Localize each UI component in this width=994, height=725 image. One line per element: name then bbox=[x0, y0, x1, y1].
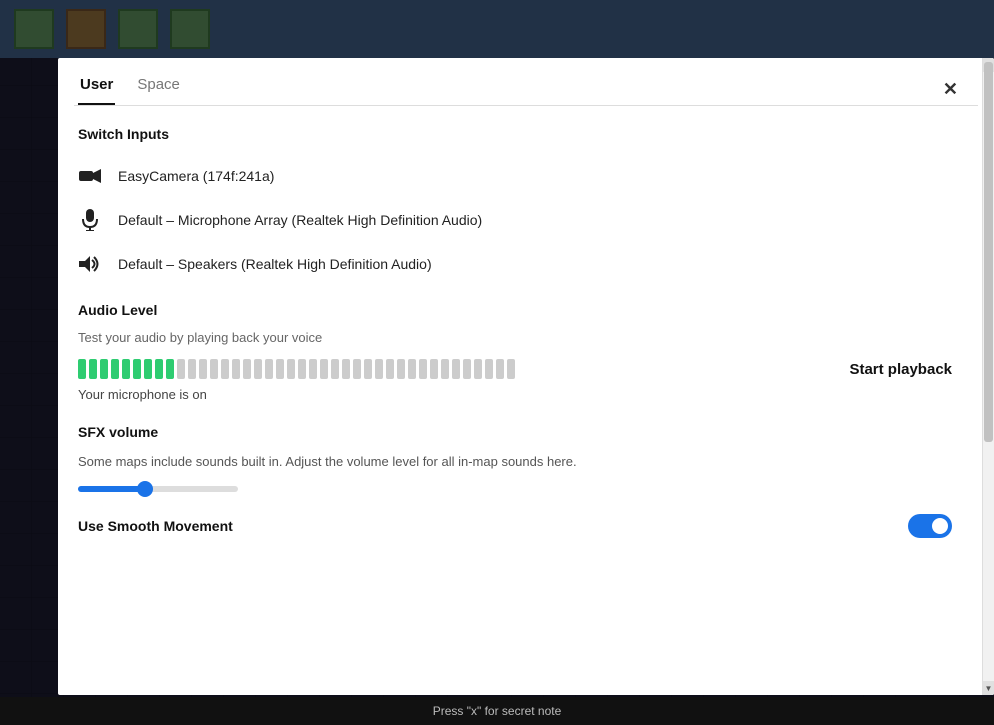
audio-bar-18 bbox=[276, 359, 284, 379]
volume-slider-thumb[interactable] bbox=[137, 481, 153, 497]
audio-bar-23 bbox=[331, 359, 339, 379]
audio-bar-14 bbox=[232, 359, 240, 379]
audio-bar-11 bbox=[199, 359, 207, 379]
speaker-device-item[interactable]: Default – Speakers (Realtek High Definit… bbox=[78, 242, 952, 286]
modal-header: User Space ✕ bbox=[58, 58, 982, 105]
audio-bar-31 bbox=[419, 359, 427, 379]
audio-level-title: Audio Level bbox=[78, 302, 952, 318]
audio-bar-28 bbox=[386, 359, 394, 379]
camera-device-item[interactable]: EasyCamera (174f:241a) bbox=[78, 154, 952, 198]
tab-user[interactable]: User bbox=[78, 72, 115, 105]
smooth-movement-label: Use Smooth Movement bbox=[78, 518, 233, 534]
audio-bar-5 bbox=[133, 359, 141, 379]
smooth-movement-section: Use Smooth Movement bbox=[78, 514, 952, 538]
audio-bar-9 bbox=[177, 359, 185, 379]
audio-bar-35 bbox=[463, 359, 471, 379]
audio-bar-19 bbox=[287, 359, 295, 379]
audio-bar-0 bbox=[78, 359, 86, 379]
audio-bar-27 bbox=[375, 359, 383, 379]
audio-bar-3 bbox=[111, 359, 119, 379]
volume-slider-track[interactable] bbox=[78, 486, 238, 492]
audio-bar-36 bbox=[474, 359, 482, 379]
microphone-icon bbox=[78, 208, 102, 232]
sfx-volume-description: Some maps include sounds built in. Adjus… bbox=[78, 452, 658, 472]
switch-inputs-title: Switch Inputs bbox=[78, 126, 952, 142]
mic-status: Your microphone is on bbox=[78, 387, 952, 402]
camera-icon bbox=[78, 164, 102, 188]
audio-level-description: Test your audio by playing back your voi… bbox=[78, 330, 952, 345]
sfx-volume-title: SFX volume bbox=[78, 424, 952, 440]
scrollbar-thumb[interactable] bbox=[984, 62, 993, 442]
audio-bar-33 bbox=[441, 359, 449, 379]
audio-level-section: Audio Level Test your audio by playing b… bbox=[78, 302, 952, 402]
bottom-bar: Press "x" for secret note bbox=[0, 697, 994, 725]
audio-bar-12 bbox=[210, 359, 218, 379]
audio-bar-16 bbox=[254, 359, 262, 379]
close-button[interactable]: ✕ bbox=[939, 76, 962, 102]
modal-dialog: User Space ✕ Switch Inputs EasyCamera (1… bbox=[58, 58, 994, 695]
switch-inputs-section: Switch Inputs EasyCamera (174f:241a) bbox=[78, 126, 952, 286]
audio-bars bbox=[78, 359, 829, 379]
sfx-volume-section: SFX volume Some maps include sounds buil… bbox=[78, 424, 952, 492]
modal-content: Switch Inputs EasyCamera (174f:241a) bbox=[58, 106, 982, 695]
sfx-volume-row bbox=[78, 486, 952, 492]
modal-scrollbar[interactable]: ▲ ▼ bbox=[982, 58, 994, 695]
audio-bar-24 bbox=[342, 359, 350, 379]
audio-bar-25 bbox=[353, 359, 361, 379]
audio-bar-15 bbox=[243, 359, 251, 379]
speaker-icon bbox=[78, 252, 102, 276]
audio-bar-26 bbox=[364, 359, 372, 379]
audio-bar-37 bbox=[485, 359, 493, 379]
scrollbar-arrow-down[interactable]: ▼ bbox=[983, 681, 994, 695]
smooth-movement-toggle[interactable] bbox=[908, 514, 952, 538]
modal-tabs: User Space bbox=[78, 72, 182, 105]
audio-bar-13 bbox=[221, 359, 229, 379]
speaker-label: Default – Speakers (Realtek High Definit… bbox=[118, 256, 432, 272]
audio-bar-2 bbox=[100, 359, 108, 379]
audio-bar-29 bbox=[397, 359, 405, 379]
audio-bar-10 bbox=[188, 359, 196, 379]
audio-bar-22 bbox=[320, 359, 328, 379]
start-playback-button[interactable]: Start playback bbox=[849, 361, 952, 378]
audio-bar-38 bbox=[496, 359, 504, 379]
volume-slider-fill bbox=[78, 486, 145, 492]
audio-bar-32 bbox=[430, 359, 438, 379]
audio-bar-30 bbox=[408, 359, 416, 379]
audio-bar-1 bbox=[89, 359, 97, 379]
secret-note-text: Press "x" for secret note bbox=[433, 704, 562, 718]
audio-bar-17 bbox=[265, 359, 273, 379]
audio-bar-8 bbox=[166, 359, 174, 379]
audio-bar-4 bbox=[122, 359, 130, 379]
audio-bar-39 bbox=[507, 359, 515, 379]
audio-bar-21 bbox=[309, 359, 317, 379]
audio-bar-6 bbox=[144, 359, 152, 379]
microphone-label: Default – Microphone Array (Realtek High… bbox=[118, 212, 482, 228]
audio-bar-34 bbox=[452, 359, 460, 379]
audio-bar-20 bbox=[298, 359, 306, 379]
microphone-device-item[interactable]: Default – Microphone Array (Realtek High… bbox=[78, 198, 952, 242]
audio-level-row: Start playback bbox=[78, 359, 952, 379]
tab-space[interactable]: Space bbox=[135, 72, 182, 105]
camera-label: EasyCamera (174f:241a) bbox=[118, 168, 274, 184]
audio-bar-7 bbox=[155, 359, 163, 379]
